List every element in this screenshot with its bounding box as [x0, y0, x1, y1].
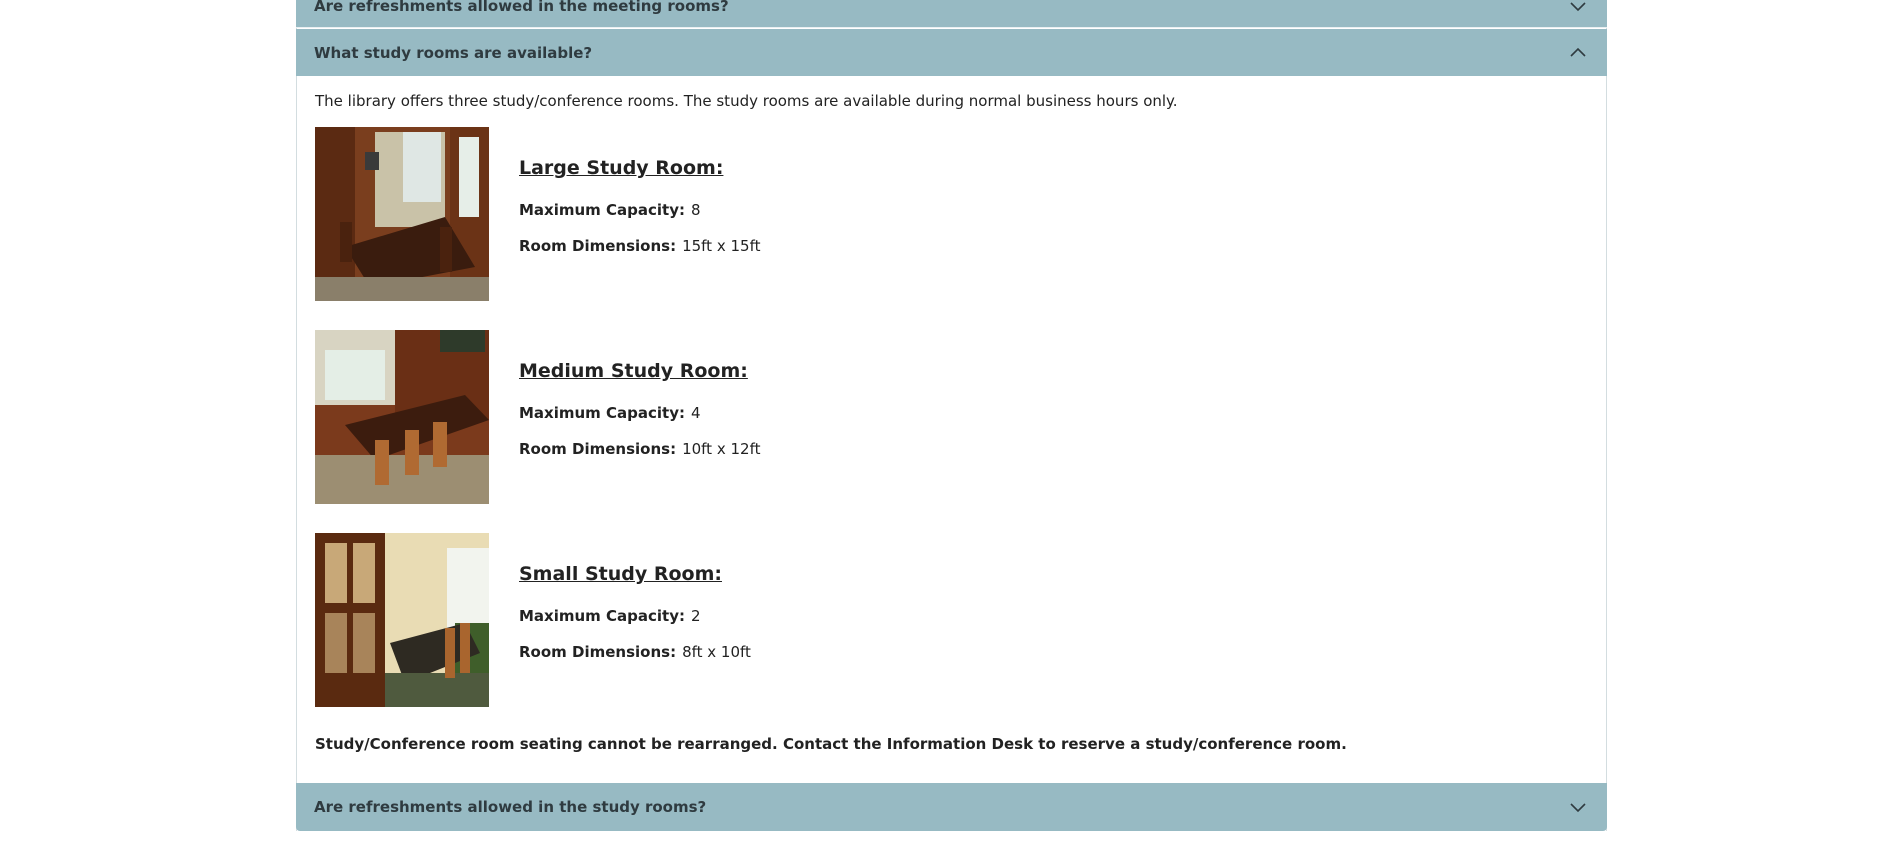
dimensions-label: Room Dimensions: — [519, 643, 677, 661]
room-capacity: Maximum Capacity: 8 — [519, 201, 701, 219]
capacity-label: Maximum Capacity: — [519, 404, 685, 422]
room-capacity: Maximum Capacity: 4 — [519, 404, 701, 422]
dimensions-value: 8ft x 10ft — [682, 643, 751, 661]
room-card-large: Large Study Room: Maximum Capacity: 8 Roo… — [315, 127, 1215, 301]
medium-study-room-photo — [315, 330, 489, 504]
room-dimensions: Room Dimensions: 15ft x 15ft — [519, 237, 760, 255]
room-title: Large Study Room: — [519, 157, 724, 179]
dimensions-label: Room Dimensions: — [519, 237, 677, 255]
faq-question-label: What study rooms are available? — [314, 43, 593, 62]
capacity-label: Maximum Capacity: — [519, 201, 685, 219]
small-study-room-photo — [315, 533, 489, 707]
large-study-room-photo — [315, 127, 489, 301]
faq-study-refreshments-header[interactable]: Are refreshments allowed in the study ro… — [296, 783, 1607, 831]
room-card-small: Small Study Room: Maximum Capacity: 2 Roo… — [315, 533, 1215, 707]
faq-study-rooms-header[interactable]: What study rooms are available? — [296, 29, 1607, 76]
capacity-value: 2 — [691, 607, 701, 625]
faq-question-label: Are refreshments allowed in the study ro… — [314, 798, 707, 816]
study-rooms-intro: The library offers three study/conferenc… — [315, 92, 1178, 110]
chevron-up-icon — [1569, 47, 1587, 59]
capacity-value: 4 — [691, 404, 701, 422]
capacity-label: Maximum Capacity: — [519, 607, 685, 625]
faq-question-label: Are refreshments allowed in the meeting … — [314, 0, 729, 15]
room-title: Medium Study Room: — [519, 360, 748, 382]
faq-meeting-refreshments-header[interactable]: Are refreshments allowed in the meeting … — [296, 0, 1607, 28]
dimensions-value: 10ft x 12ft — [682, 440, 761, 458]
room-card-medium: Medium Study Room: Maximum Capacity: 4 Ro… — [315, 330, 1215, 504]
dimensions-value: 15ft x 15ft — [682, 237, 761, 255]
study-room-notice: Study/Conference room seating cannot be … — [315, 735, 1347, 753]
room-dimensions: Room Dimensions: 10ft x 12ft — [519, 440, 760, 458]
room-capacity: Maximum Capacity: 2 — [519, 607, 701, 625]
room-title: Small Study Room: — [519, 563, 722, 585]
chevron-down-icon — [1569, 0, 1587, 12]
dimensions-label: Room Dimensions: — [519, 440, 677, 458]
room-dimensions: Room Dimensions: 8ft x 10ft — [519, 643, 751, 661]
capacity-value: 8 — [691, 201, 701, 219]
chevron-down-icon — [1569, 801, 1587, 813]
faq-accordion: Are refreshments allowed in the meeting … — [296, 0, 1607, 831]
